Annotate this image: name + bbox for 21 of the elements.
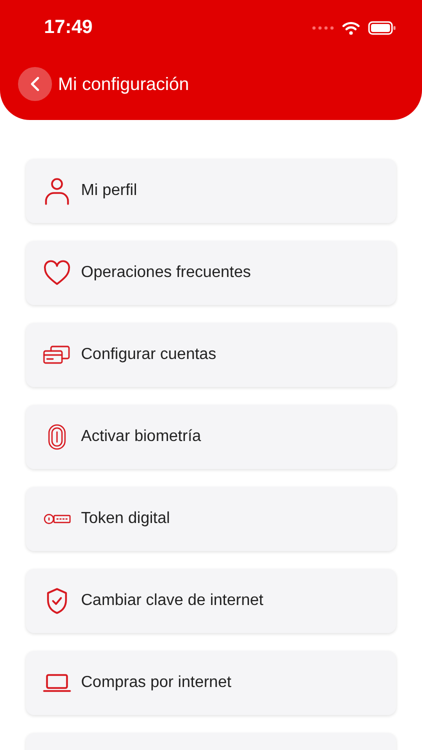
menu-item[interactable]: Cambiar clave de internet <box>26 569 396 633</box>
shield-icon <box>45 587 69 615</box>
menu-item[interactable]: Mi perfil <box>26 159 396 223</box>
wifi-icon <box>342 21 360 35</box>
token-icon <box>43 513 71 525</box>
heart-icon <box>43 260 71 286</box>
menu-item[interactable]: Configurar cuentas <box>26 323 396 387</box>
menu-item[interactable]: Token digital <box>26 487 396 551</box>
person-icon <box>44 177 70 205</box>
status-time: 17:49 <box>44 16 93 40</box>
menu-item[interactable]: Compras por internet <box>26 651 396 715</box>
back-icon <box>30 76 40 92</box>
page-title: Mi configuración <box>58 72 190 96</box>
signal-icon <box>312 26 334 30</box>
cards-icon <box>43 345 71 365</box>
fingerprint-icon <box>47 423 67 451</box>
menu-item[interactable]: Operaciones frecuentes <box>26 241 396 305</box>
menu-item[interactable]: Activar biometría <box>26 405 396 469</box>
laptop-icon <box>43 673 71 693</box>
back-button[interactable] <box>18 67 52 101</box>
battery-icon <box>368 21 396 35</box>
